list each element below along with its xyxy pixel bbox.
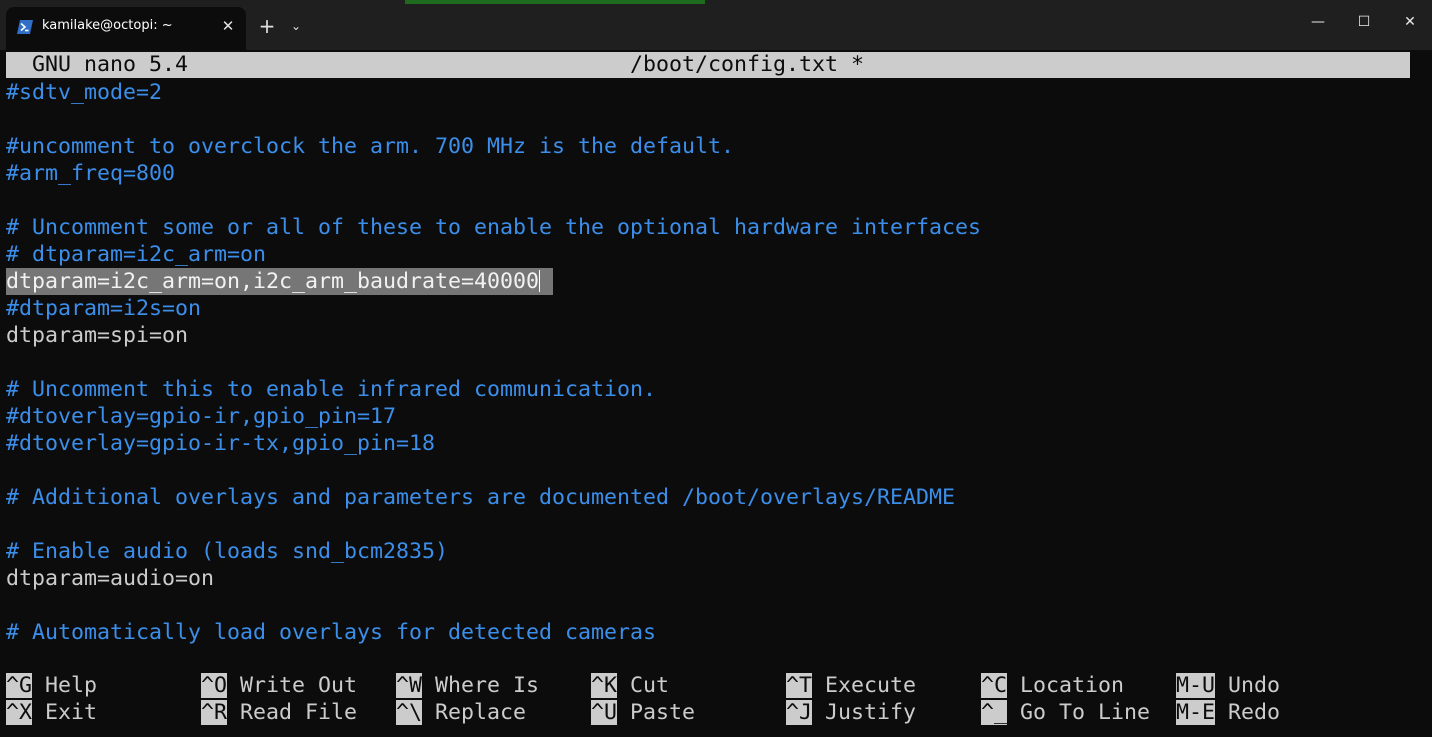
editor-line-text: dtparam=audio=on <box>6 566 215 591</box>
shortcut-label: Exit <box>45 700 98 725</box>
shortcut-label: Read File <box>240 700 358 725</box>
shortcut-key: M-E <box>1176 700 1216 725</box>
editor-line: #arm_freq=800 <box>6 160 175 187</box>
powershell-icon <box>17 20 33 34</box>
editor-line: dtparam=i2c_arm=on,i2c_arm_baudrate=4000… <box>6 268 554 295</box>
editor-line-text: #sdtv_mode=2 <box>6 80 163 105</box>
minimize-button[interactable]: — <box>1295 0 1341 44</box>
editor-line: #dtoverlay=gpio-ir-tx,gpio_pin=18 <box>6 430 435 457</box>
terminal-tab[interactable]: kamilake@octopi: ~ ✕ <box>6 7 246 50</box>
shortcut-item: ^U Paste <box>591 699 695 726</box>
shortcut-key: ^_ <box>981 700 1008 725</box>
shortcut-key: ^G <box>6 673 33 698</box>
editor-line: # Uncomment this to enable infrared comm… <box>6 376 656 403</box>
maximize-button[interactable]: ☐ <box>1341 0 1387 44</box>
editor-line-text: #dtoverlay=gpio-ir-tx,gpio_pin=18 <box>6 431 436 456</box>
shortcut-label: Write Out <box>240 673 358 698</box>
editor-line-text: # Automatically load overlays for detect… <box>6 620 657 645</box>
shortcut-label: Undo <box>1228 673 1281 698</box>
shortcut-key: ^X <box>6 700 33 725</box>
shortcut-label: Cut <box>630 673 670 698</box>
editor-line: # Enable audio (loads snd_bcm2835) <box>6 538 448 565</box>
title-bar: kamilake@octopi: ~ ✕ + ⌄ — ☐ ✕ <box>0 0 1432 50</box>
shortcut-key: ^C <box>981 673 1008 698</box>
editor-line-text: dtparam=i2c_arm=on,i2c_arm_baudrate=4000… <box>6 269 540 294</box>
editor-line: # Additional overlays and parameters are… <box>6 484 955 511</box>
editor-line: dtparam=spi=on <box>6 322 188 349</box>
shortcut-item: ^K Cut <box>591 672 669 699</box>
shortcut-item: ^C Location <box>981 672 1124 699</box>
editor-line-text: # Additional overlays and parameters are… <box>6 485 956 510</box>
shortcut-label: Justify <box>825 700 917 725</box>
editor-line: #dtoverlay=gpio-ir,gpio_pin=17 <box>6 403 396 430</box>
editor-line-text: #arm_freq=800 <box>6 161 176 186</box>
editor-line: #sdtv_mode=2 <box>6 79 162 106</box>
shortcut-item: ^J Justify <box>786 699 916 726</box>
editor-line-text: # Enable audio (loads snd_bcm2835) <box>6 539 449 564</box>
tab-title: kamilake@octopi: ~ <box>42 18 173 33</box>
shortcut-key: ^T <box>786 673 813 698</box>
shortcut-label: Paste <box>630 700 696 725</box>
shortcut-key: ^O <box>201 673 228 698</box>
editor-line-text: #dtoverlay=gpio-ir,gpio_pin=17 <box>6 404 397 429</box>
shortcut-key: ^W <box>396 673 423 698</box>
editor-line-text: # dtparam=i2c_arm=on <box>6 242 267 267</box>
editor-line: # Uncomment some or all of these to enab… <box>6 214 981 241</box>
editor-line-text: #uncomment to overclock the arm. 700 MHz… <box>6 134 735 159</box>
shortcut-item: ^\ Replace <box>396 699 526 726</box>
editor-line: dtparam=audio=on <box>6 565 214 592</box>
shortcut-label: Go To Line <box>1020 700 1151 725</box>
new-tab-button[interactable]: + <box>256 14 278 38</box>
shortcut-item: ^T Execute <box>786 672 916 699</box>
shortcut-item: M-E Redo <box>1176 699 1280 726</box>
shortcut-key: ^R <box>201 700 228 725</box>
editor-line: #dtparam=i2s=on <box>6 295 201 322</box>
shortcut-label: Replace <box>435 700 527 725</box>
shortcut-key: ^U <box>591 700 618 725</box>
shortcut-label: Where Is <box>435 673 540 698</box>
editor-line-text: # Uncomment this to enable infrared comm… <box>6 377 657 402</box>
editor-line: # dtparam=i2c_arm=on <box>6 241 266 268</box>
terminal-content[interactable]: GNU nano 5.4 /boot/config.txt * #sdtv_mo… <box>6 52 1410 732</box>
background-window-strip <box>405 0 705 4</box>
shortcut-item: ^X Exit <box>6 699 97 726</box>
close-window-button[interactable]: ✕ <box>1387 0 1432 44</box>
editor-line-text: dtparam=spi=on <box>6 323 189 348</box>
shortcut-item: ^O Write Out <box>201 672 357 699</box>
shortcut-label: Redo <box>1228 700 1281 725</box>
editor-line: #uncomment to overclock the arm. 700 MHz… <box>6 133 734 160</box>
shortcut-label: Help <box>45 673 98 698</box>
shortcut-label: Execute <box>825 673 917 698</box>
shortcut-key: ^\ <box>396 700 423 725</box>
shortcut-key: ^J <box>786 700 813 725</box>
shortcut-item: M-U Undo <box>1176 672 1280 699</box>
file-name: /boot/config.txt * <box>630 52 865 77</box>
shortcut-item: ^W Where Is <box>396 672 539 699</box>
editor-line-text: #dtparam=i2s=on <box>6 296 202 321</box>
selection-padding <box>540 269 554 294</box>
shortcut-item: ^G Help <box>6 672 97 699</box>
shortcut-key: ^K <box>591 673 618 698</box>
shortcut-label: Location <box>1020 673 1125 698</box>
nano-version: GNU nano 5.4 <box>32 52 189 77</box>
chevron-down-icon[interactable]: ⌄ <box>286 14 306 38</box>
tab-close-icon[interactable]: ✕ <box>220 18 236 34</box>
shortcut-key: M-U <box>1176 673 1216 698</box>
editor-line: # Automatically load overlays for detect… <box>6 619 656 646</box>
terminal-window: kamilake@octopi: ~ ✕ + ⌄ — ☐ ✕ GNU nano … <box>0 0 1432 737</box>
nano-header: GNU nano 5.4 /boot/config.txt * <box>6 52 1410 78</box>
editor-line-text: # Uncomment some or all of these to enab… <box>6 215 982 240</box>
shortcut-item: ^_ Go To Line <box>981 699 1150 726</box>
shortcut-item: ^R Read File <box>201 699 357 726</box>
